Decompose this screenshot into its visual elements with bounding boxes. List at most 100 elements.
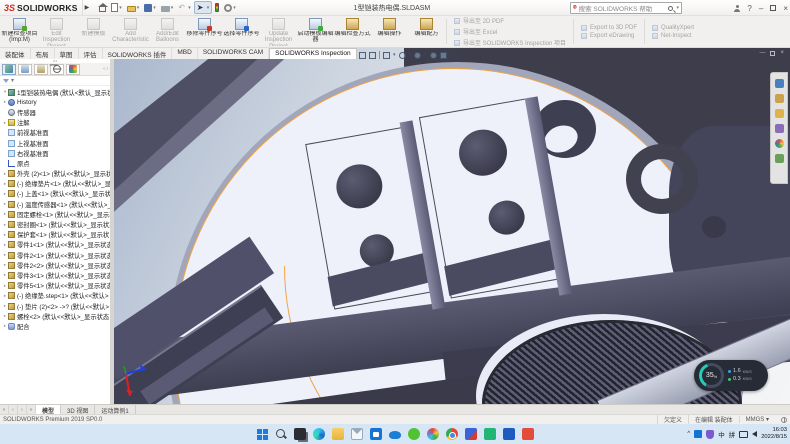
feature-tree-item[interactable]: ▸ 零件5<1> (默认<<默认>_显示状态 (0, 281, 110, 291)
tree-filter-row[interactable]: ▾ (0, 76, 110, 86)
tab-nav-prev-icon[interactable]: ‹ (9, 405, 18, 414)
ribbon-button[interactable]: 选择零件序号 (223, 16, 260, 47)
select-button[interactable]: ➤▾ (194, 1, 213, 14)
ribbon-button[interactable]: Update Inspection Project (260, 16, 297, 47)
wps-icon[interactable] (522, 428, 534, 440)
mail-icon[interactable] (351, 428, 363, 440)
feature-tree-item[interactable]: ▸ 零件1<1> (默认<<默认>_显示状态 (0, 240, 110, 250)
feature-tree-item[interactable]: ▸ (-) 垫片 (2)<2> ->? (默认<<默认> (0, 301, 110, 311)
new-file-button[interactable]: ▾ (109, 1, 124, 14)
ime-mode-indicator[interactable]: 拼 (729, 429, 736, 439)
minimize-button[interactable]: – (759, 4, 763, 13)
tray-shield-icon[interactable] (706, 430, 714, 439)
feature-tree-item[interactable]: ▸ 零件2<2> (默认<<默认>_显示状态 (0, 260, 110, 270)
help-button[interactable]: ? (747, 4, 751, 13)
hide-show-items-icon[interactable] (414, 52, 421, 59)
ribbon-button[interactable]: Edit Inspection Project (38, 16, 75, 47)
undo-button[interactable]: ↶▾ (176, 1, 193, 14)
feature-tree-item[interactable]: ▸ 保护套<1> (默认<<默认>_显示状 (0, 230, 110, 240)
section-view-icon[interactable] (359, 52, 366, 59)
chrome-icon[interactable] (446, 428, 458, 440)
feature-tree-item[interactable]: ▸ 零件3<1> (默认<<默认>_显示状态 (0, 270, 110, 280)
command-tab[interactable]: 布局 (31, 48, 55, 59)
feishu-icon[interactable] (484, 428, 496, 440)
options-button[interactable]: ▾ (222, 1, 238, 14)
task-view-icon[interactable] (294, 428, 306, 440)
feature-tree-item[interactable]: ▸ 注解 (0, 118, 110, 128)
tray-app-icon[interactable] (694, 430, 702, 438)
ribbon-button[interactable]: Add Characteristic (112, 16, 149, 47)
feature-tree-item[interactable]: ▾ 1型铠装热电偶 (默认<默认_显示状态-1 (0, 87, 110, 97)
speaker-icon[interactable] (752, 431, 757, 437)
panel-splitter[interactable] (110, 59, 114, 404)
child-minimize-icon[interactable]: — (759, 50, 765, 56)
feature-tree-item[interactable]: ▸ 密封圈<1> (默认<<默认>_显示状态 (0, 219, 110, 229)
word-icon[interactable] (503, 428, 515, 440)
edge-browser-icon[interactable] (313, 428, 325, 440)
login-icon[interactable] (734, 5, 740, 11)
ime-language-indicator[interactable]: 中 (718, 429, 725, 439)
command-tab[interactable]: SOLIDWORKS Inspection (269, 48, 357, 59)
design-library-icon[interactable] (775, 94, 784, 103)
tab-strip-arrows-icon[interactable]: ‹ › (103, 66, 108, 72)
units-selector[interactable]: MMGS ▾ (739, 416, 775, 423)
display-style-icon[interactable] (399, 52, 406, 59)
export-inspection-project[interactable]: 导出至 SOLIDWORKS Inspection 项目 (454, 38, 566, 47)
feature-tree-item[interactable]: ▸ 零件2<1> (默认<<默认>_显示状态 (0, 250, 110, 260)
tab-nav-first-icon[interactable]: « (0, 405, 9, 414)
ribbon-button[interactable]: 编辑操作 (371, 16, 408, 47)
command-tab[interactable]: MBD (172, 48, 197, 59)
child-close-icon[interactable]: × (780, 50, 784, 56)
appearances-icon[interactable] (775, 139, 784, 148)
view-orientation-icon[interactable] (383, 52, 390, 59)
feature-tree-item[interactable]: ▸ 配合 (0, 321, 110, 331)
home-button[interactable] (97, 1, 108, 14)
3d-views-tab[interactable]: 3D 视图 (61, 405, 95, 414)
dictionary-app-icon[interactable] (465, 428, 477, 440)
help-search-box[interactable]: ⌾ 搜索 SOLIDWORKS 帮助 ▾ (570, 2, 682, 14)
tab-nav-last-icon[interactable]: » (27, 405, 36, 414)
feature-tree-item[interactable]: ▸ (-) 绝缘垫.step<1> (默认<<默认> (0, 291, 110, 301)
graphics-viewport[interactable]: ▾ ▾ ▾ ▾ — × 35% 1.6KB/S 0.3KB/S (114, 48, 790, 404)
open-file-button[interactable]: ▾ (125, 1, 142, 14)
tray-expand-icon[interactable]: ^ (687, 431, 690, 437)
microsoft-store-icon[interactable] (370, 428, 382, 440)
displaymanager-tab[interactable] (66, 64, 80, 75)
ribbon-button[interactable]: Add/Edit Balloons (149, 16, 186, 47)
taskbar-search-icon[interactable] (275, 428, 287, 440)
file-explorer-icon[interactable] (775, 109, 784, 118)
view-palette-icon[interactable] (775, 124, 784, 133)
display-tray-icon[interactable] (739, 431, 748, 438)
view-settings-icon[interactable] (440, 52, 447, 59)
propertymanager-tab[interactable] (18, 64, 32, 75)
measure-icon[interactable] (369, 52, 376, 59)
feature-tree-item[interactable]: 前视基准面 (0, 128, 110, 138)
feature-tree-item[interactable]: ▸ (-) 绝缘垫片<1> (默认<<默认>_显 (0, 179, 110, 189)
feature-tree-item[interactable]: 上视基准面 (0, 138, 110, 148)
search-icon[interactable] (668, 6, 673, 11)
qualityxpert-button[interactable]: QualityXpert (652, 25, 694, 31)
taskbar-clock[interactable]: 16:03 2022/8/15 (761, 427, 787, 440)
custom-properties-icon[interactable] (775, 154, 784, 163)
close-button[interactable]: × (783, 4, 788, 13)
feature-tree-item[interactable]: ▸ (-) 温度传感器<1> (默认<<默认>_显 (0, 199, 110, 209)
command-tab[interactable]: 装配体 (0, 48, 31, 59)
feature-tree-item[interactable]: 右视基准面 (0, 148, 110, 158)
ribbon-button[interactable]: 移除零件序号 (186, 16, 223, 47)
ribbon-button[interactable]: 新建模板 (75, 16, 112, 47)
ribbon-button[interactable]: 编辑检查方式 (334, 16, 371, 47)
export-2d-pdf[interactable]: 导出至 2D PDF (454, 16, 566, 25)
command-tab[interactable]: SOLIDWORKS CAM (198, 48, 269, 59)
print-button[interactable]: ▾ (159, 1, 176, 14)
feature-tree-item[interactable]: ▸ 螺栓<2> (默认<<默认>_显示状态 (0, 311, 110, 321)
ribbon-button[interactable]: 编辑配方 (408, 16, 445, 47)
model-tab[interactable]: 模型 (36, 405, 61, 414)
rebuild-button[interactable] (213, 1, 221, 14)
globe-icon[interactable] (781, 417, 787, 423)
configurationmanager-tab[interactable] (34, 64, 48, 75)
command-tab[interactable]: 评估 (79, 48, 103, 59)
feature-tree-item[interactable]: 传感器 (0, 107, 110, 117)
feature-tree-item[interactable]: 原点 (0, 158, 110, 168)
restore-button[interactable] (770, 5, 776, 11)
file-explorer-taskbar-icon[interactable] (332, 428, 344, 440)
